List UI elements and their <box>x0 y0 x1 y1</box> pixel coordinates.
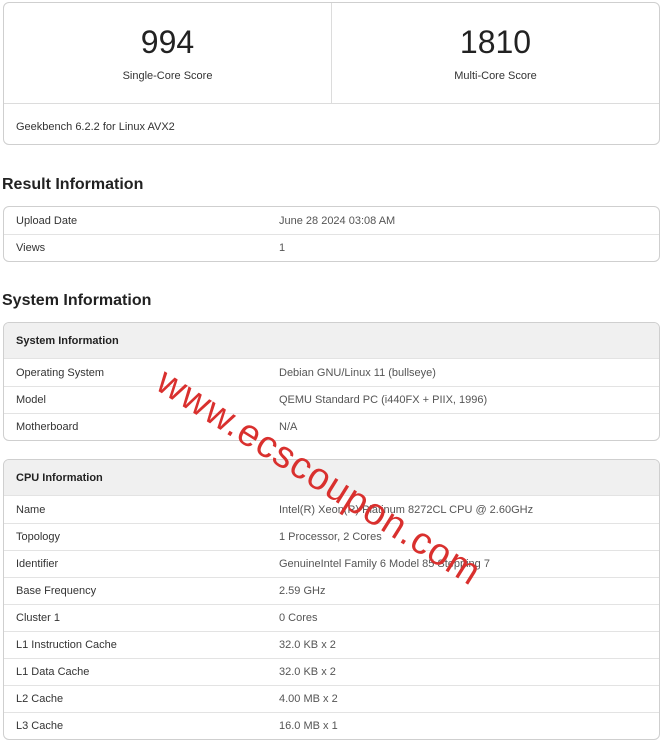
score-row: 994 Single-Core Score 1810 Multi-Core Sc… <box>4 3 659 104</box>
multi-core-score: 1810 Multi-Core Score <box>331 3 659 103</box>
benchmark-version: Geekbench 6.2.2 for Linux AVX2 <box>16 121 175 133</box>
table-row: Operating System Debian GNU/Linux 11 (bu… <box>4 359 659 386</box>
table-row: L3 Cache 16.0 MB x 1 <box>4 712 659 739</box>
single-core-label: Single-Core Score <box>122 70 213 82</box>
row-key: Cluster 1 <box>16 612 61 624</box>
row-value: 32.0 KB x 2 <box>279 639 336 651</box>
row-value: 4.00 MB x 2 <box>279 693 338 705</box>
row-value: 16.0 MB x 1 <box>279 720 338 732</box>
table-row: L1 Instruction Cache 32.0 KB x 2 <box>4 631 659 658</box>
row-value: 1 <box>279 242 286 254</box>
row-value: QEMU Standard PC (i440FX + PIIX, 1996) <box>279 394 488 406</box>
cpu-information-table: CPU Information Name Intel(R) Xeon(R) Pl… <box>3 459 660 740</box>
row-value: June 28 2024 03:08 AM <box>279 214 396 227</box>
row-key: Upload Date <box>16 214 78 227</box>
result-information-table: Upload Date June 28 2024 03:08 AM Views … <box>3 206 660 262</box>
single-core-value: 994 <box>140 24 195 60</box>
multi-core-value: 1810 <box>459 24 532 60</box>
row-key: Base Frequency <box>16 585 97 597</box>
multi-core-label: Multi-Core Score <box>454 70 537 82</box>
result-information-heading: Result Information <box>2 176 144 193</box>
table-row: Topology 1 Processor, 2 Cores <box>4 523 659 550</box>
score-card: 994 Single-Core Score 1810 Multi-Core Sc… <box>3 2 660 145</box>
table-row: Name Intel(R) Xeon(R) Platinum 8272CL CP… <box>4 496 659 523</box>
row-value: Intel(R) Xeon(R) Platinum 8272CL CPU @ 2… <box>279 503 534 516</box>
row-value: Debian GNU/Linux 11 (bullseye) <box>279 366 436 379</box>
row-value: GenuineIntel Family 6 Model 85 Stepping … <box>279 558 490 570</box>
row-key: L3 Cache <box>16 720 64 732</box>
table-row: Identifier GenuineIntel Family 6 Model 8… <box>4 550 659 577</box>
table-row: Views 1 <box>4 234 659 261</box>
row-key: L1 Instruction Cache <box>16 639 117 651</box>
table-row: L1 Data Cache 32.0 KB x 2 <box>4 658 659 685</box>
table-row: L2 Cache 4.00 MB x 2 <box>4 685 659 712</box>
row-key: L2 Cache <box>16 693 64 705</box>
single-core-score: 994 Single-Core Score <box>4 3 331 103</box>
row-key: Operating System <box>16 366 105 379</box>
row-value: N/A <box>279 421 298 433</box>
table-row: Motherboard N/A <box>4 413 659 440</box>
table-row: Base Frequency 2.59 GHz <box>4 577 659 604</box>
row-value: 2.59 GHz <box>279 585 326 597</box>
row-key: Name <box>16 503 46 516</box>
table-row: Cluster 1 0 Cores <box>4 604 659 631</box>
row-key: Motherboard <box>16 421 79 433</box>
section-header: System Information <box>4 323 659 359</box>
row-key: Model <box>16 394 46 406</box>
system-information-heading: System Information <box>2 292 152 309</box>
row-value: 1 Processor, 2 Cores <box>279 531 382 543</box>
table-row: Model QEMU Standard PC (i440FX + PIIX, 1… <box>4 386 659 413</box>
row-value: 0 Cores <box>279 612 318 624</box>
row-value: 32.0 KB x 2 <box>279 666 336 678</box>
row-key: Views <box>16 242 46 254</box>
row-key: Topology <box>16 531 61 543</box>
section-header: CPU Information <box>4 460 659 496</box>
row-key: Identifier <box>16 558 59 570</box>
system-information-table: System Information Operating System Debi… <box>3 322 660 441</box>
row-key: L1 Data Cache <box>16 666 90 678</box>
table-row: Upload Date June 28 2024 03:08 AM <box>4 207 659 234</box>
